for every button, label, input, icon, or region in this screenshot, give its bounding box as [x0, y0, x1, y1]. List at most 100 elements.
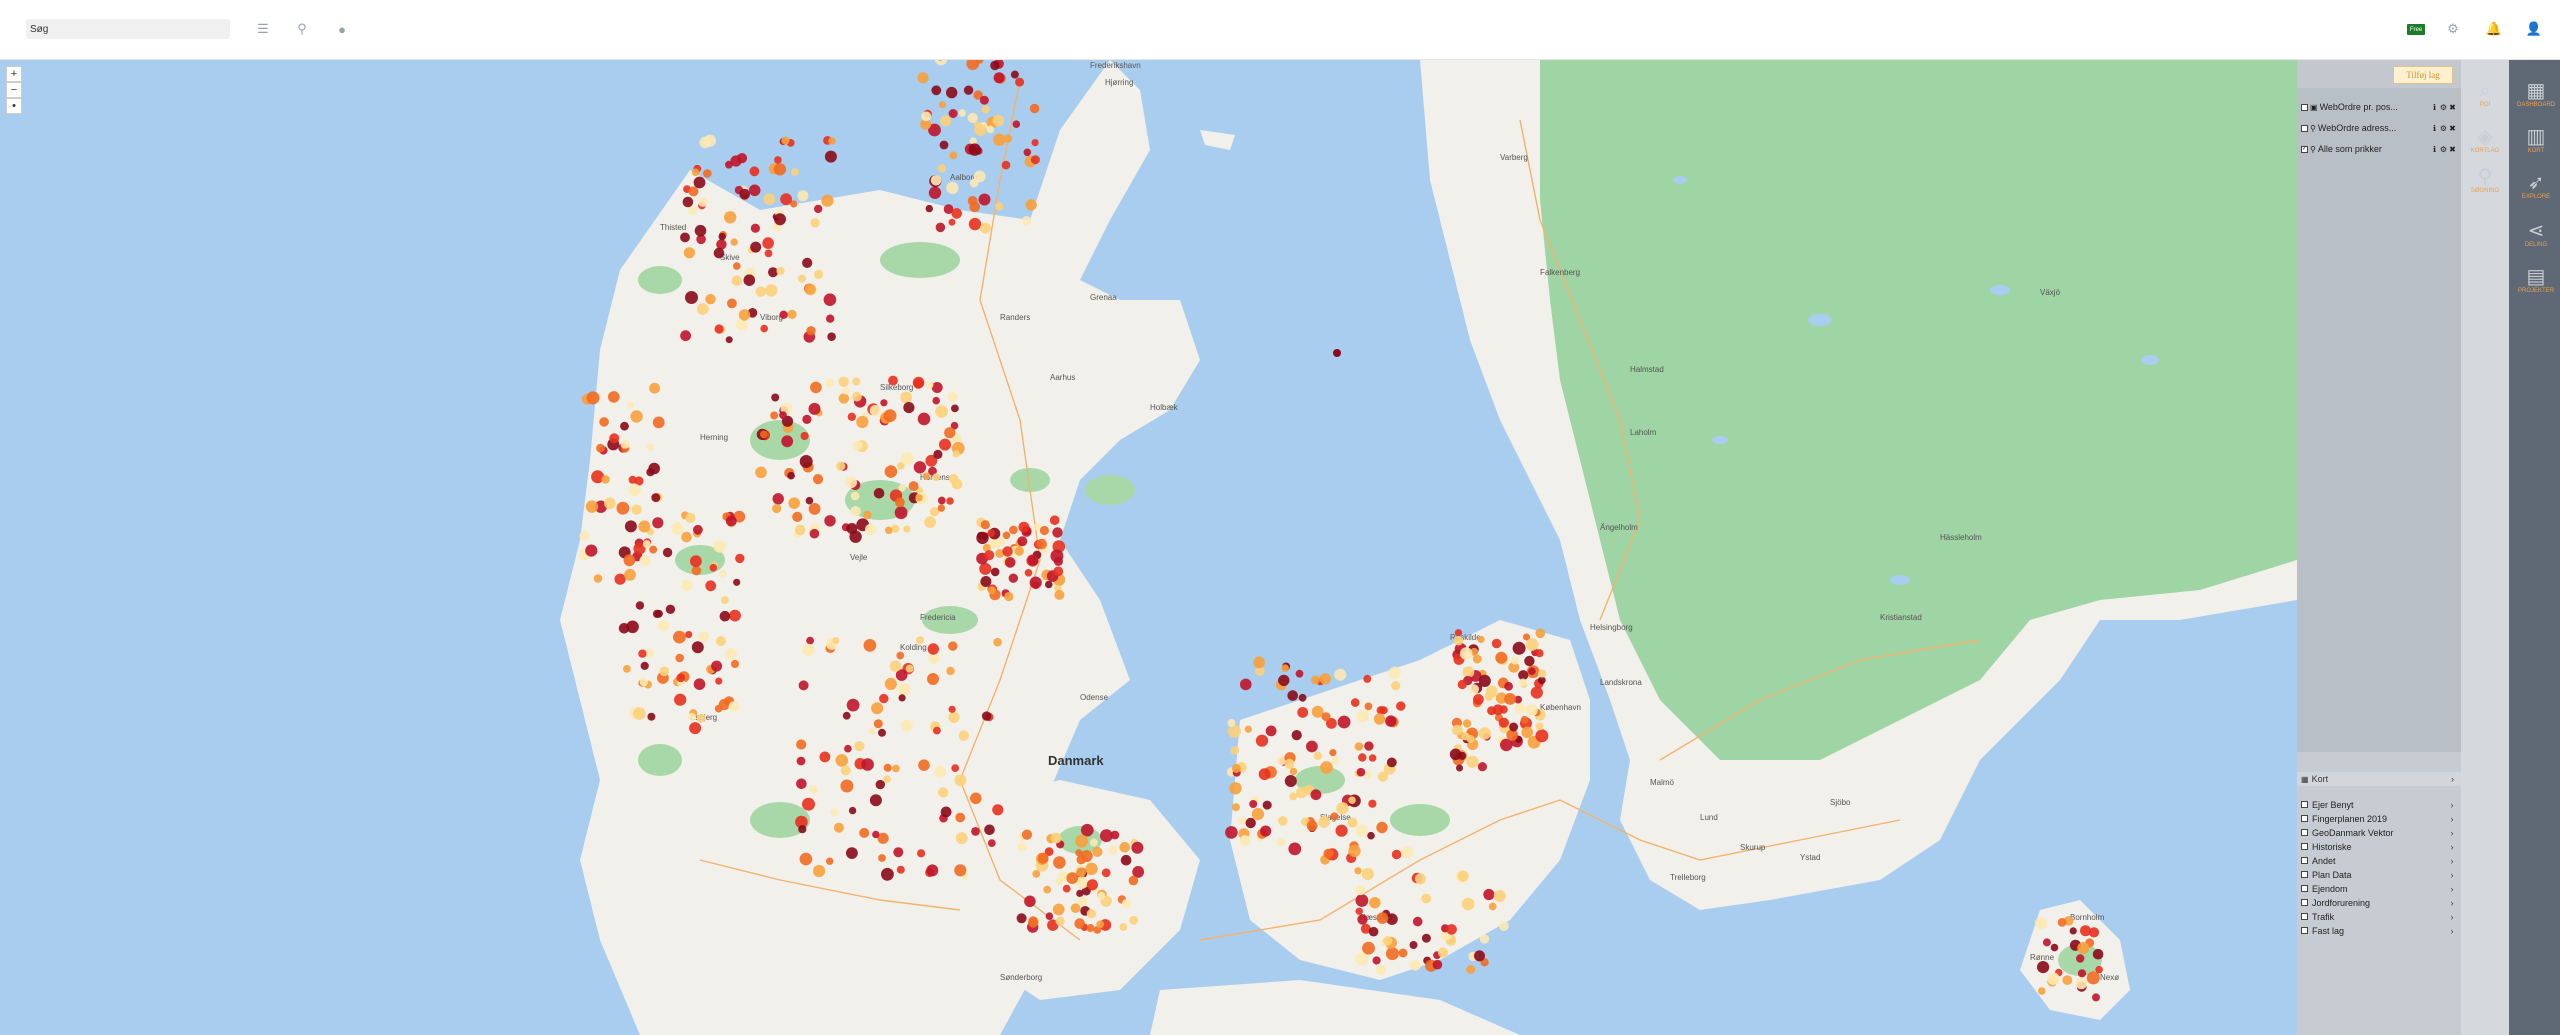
data-point[interactable]: [675, 653, 684, 663]
data-point[interactable]: [1355, 952, 1369, 966]
search-input[interactable]: [26, 19, 230, 39]
data-point[interactable]: [814, 204, 823, 214]
data-point[interactable]: [1245, 817, 1256, 829]
data-point[interactable]: [1108, 845, 1118, 855]
kort-item[interactable]: Andet ›: [2301, 854, 2457, 867]
sidebar-item-projekter[interactable]: ▤ PROJEKTER: [2512, 266, 2560, 294]
data-point[interactable]: [1033, 523, 1041, 531]
data-point[interactable]: [1362, 941, 1375, 955]
sidebar-item-poi[interactable]: ⌕ POI: [2461, 80, 2509, 108]
data-point[interactable]: [1037, 852, 1049, 864]
data-point[interactable]: [725, 336, 733, 344]
data-point[interactable]: [1446, 924, 1457, 935]
data-point[interactable]: [970, 792, 982, 805]
data-point[interactable]: [988, 586, 996, 595]
bell-icon[interactable]: 🔔: [2485, 20, 2503, 38]
data-point[interactable]: [762, 237, 774, 249]
data-point[interactable]: [802, 643, 815, 657]
data-point[interactable]: [949, 151, 958, 160]
data-point[interactable]: [1008, 573, 1018, 583]
data-point[interactable]: [804, 283, 816, 295]
data-point[interactable]: [883, 763, 892, 772]
data-point[interactable]: [630, 410, 643, 423]
data-point[interactable]: [892, 764, 900, 773]
data-point[interactable]: [730, 659, 740, 669]
data-point[interactable]: [980, 576, 992, 587]
data-point[interactable]: [1260, 825, 1272, 837]
data-point[interactable]: [865, 523, 877, 536]
data-point[interactable]: [1525, 638, 1539, 651]
data-point[interactable]: [1368, 799, 1377, 808]
data-point[interactable]: [971, 827, 980, 836]
data-point[interactable]: [1296, 786, 1308, 799]
kort-checkbox[interactable]: [2301, 899, 2308, 906]
data-point[interactable]: [1032, 870, 1041, 878]
data-point[interactable]: [1239, 835, 1251, 846]
data-point[interactable]: [649, 382, 660, 394]
data-point[interactable]: [719, 610, 731, 622]
data-point[interactable]: [846, 847, 858, 859]
kort-item[interactable]: Ejer Benyt ›: [2301, 798, 2457, 811]
data-point[interactable]: [774, 213, 786, 226]
data-point[interactable]: [1379, 706, 1388, 715]
data-point[interactable]: [810, 381, 822, 394]
data-point[interactable]: [628, 475, 637, 484]
data-point[interactable]: [832, 637, 840, 645]
data-point[interactable]: [729, 609, 741, 622]
data-point[interactable]: [800, 431, 809, 441]
data-point[interactable]: [1240, 678, 1252, 691]
data-point[interactable]: [721, 596, 729, 604]
data-point[interactable]: [1400, 846, 1414, 859]
data-point[interactable]: [690, 555, 702, 568]
data-point[interactable]: [1504, 681, 1513, 691]
data-point[interactable]: [688, 186, 699, 197]
data-point[interactable]: [847, 412, 856, 421]
data-point[interactable]: [586, 391, 600, 405]
layer-row[interactable]: ▣ WebOrdre pr. pos... ℹ ⚙ ✖: [2301, 100, 2457, 114]
data-point[interactable]: [1388, 666, 1401, 679]
data-point[interactable]: [937, 504, 945, 512]
data-point[interactable]: [649, 545, 658, 554]
data-point[interactable]: [840, 765, 851, 776]
data-point[interactable]: [883, 409, 897, 423]
data-point[interactable]: [930, 175, 942, 186]
data-point[interactable]: [806, 636, 814, 645]
data-point[interactable]: [1358, 753, 1367, 762]
data-point[interactable]: [854, 741, 865, 752]
data-point[interactable]: [1466, 965, 1476, 974]
data-point[interactable]: [714, 324, 724, 334]
zoom-in-button[interactable]: +: [6, 66, 22, 82]
data-point[interactable]: [863, 510, 872, 520]
data-point[interactable]: [1249, 800, 1258, 808]
data-point[interactable]: [1515, 703, 1526, 714]
data-point[interactable]: [993, 72, 1005, 84]
data-point[interactable]: [738, 309, 751, 321]
settings-icon[interactable]: ⚙: [2439, 145, 2448, 154]
data-point[interactable]: [903, 402, 915, 414]
data-point[interactable]: [1289, 792, 1298, 801]
data-point[interactable]: [1253, 656, 1265, 669]
data-point[interactable]: [1311, 675, 1320, 685]
data-point[interactable]: [1097, 891, 1106, 900]
data-point[interactable]: [2092, 993, 2100, 1002]
data-point[interactable]: [1383, 936, 1393, 946]
data-point[interactable]: [731, 275, 742, 286]
data-point[interactable]: [697, 303, 709, 315]
data-point[interactable]: [933, 726, 941, 735]
data-point[interactable]: [1049, 515, 1060, 525]
data-point[interactable]: [2092, 948, 2104, 960]
data-point[interactable]: [824, 515, 836, 527]
data-point[interactable]: [662, 547, 673, 558]
menu-icon[interactable]: ☰: [254, 20, 272, 38]
data-point[interactable]: [646, 443, 655, 452]
data-point[interactable]: [1535, 722, 1544, 731]
data-point[interactable]: [743, 274, 756, 286]
data-point[interactable]: [1277, 816, 1288, 826]
data-point[interactable]: [1498, 717, 1509, 728]
data-point[interactable]: [935, 405, 948, 418]
data-point[interactable]: [1291, 730, 1302, 741]
data-point[interactable]: [937, 164, 947, 173]
data-point[interactable]: [748, 184, 761, 197]
data-point[interactable]: [1024, 569, 1033, 577]
data-point[interactable]: [1421, 893, 1432, 904]
